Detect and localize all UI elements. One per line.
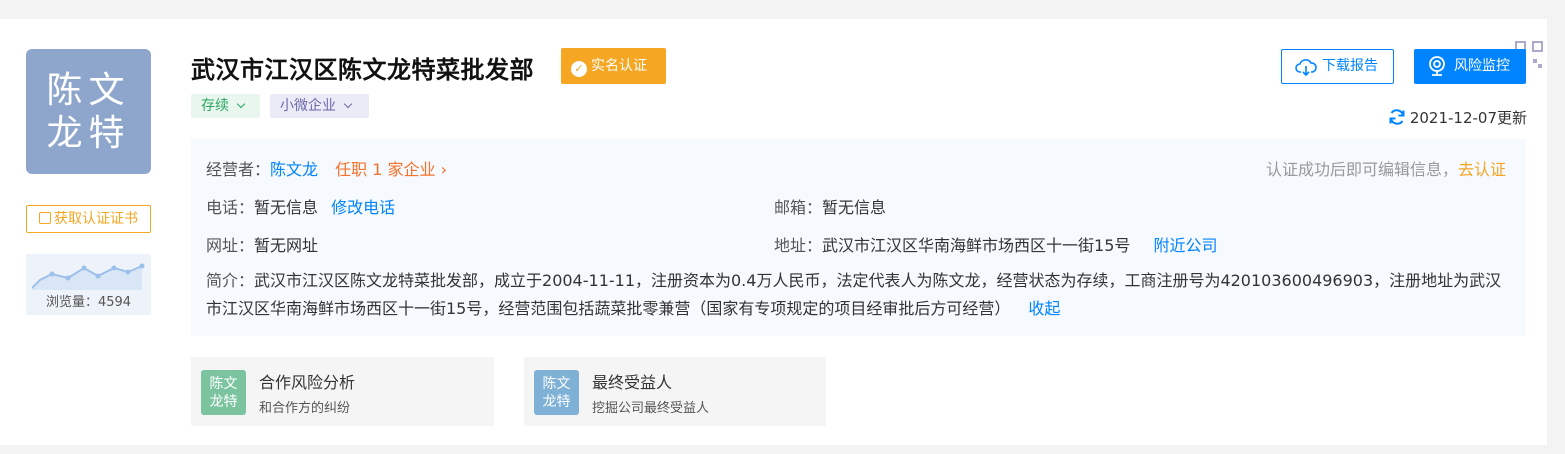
card-subtitle: 和合作方的纠纷: [259, 401, 351, 416]
beneficiary-card[interactable]: 陈文 龙特 最终受益人 挖掘公司最终受益人: [524, 357, 826, 426]
verified-badge[interactable]: ✓ 实名认证: [561, 48, 666, 84]
avatar: 陈文 龙特: [201, 370, 246, 415]
camera-monitor-icon: [1429, 56, 1445, 76]
status-tag[interactable]: 存续: [191, 94, 260, 118]
risk-analysis-card[interactable]: 陈文 龙特 合作风险分析 和合作方的纠纷: [191, 357, 494, 426]
chevron-right-icon: ›: [440, 160, 447, 179]
edit-phone-link[interactable]: 修改电话: [331, 198, 395, 217]
avatar: 陈文 龙特: [534, 370, 579, 415]
verify-hint: 认证成功后即可编辑信息，去认证: [1265, 160, 1506, 179]
operator-roles-link[interactable]: 任职 1 家企业 ›: [335, 160, 447, 179]
refresh-icon[interactable]: [1388, 108, 1406, 126]
card-title: 最终受益人: [592, 373, 673, 392]
email-row: 邮箱：暂无信息: [774, 198, 887, 217]
company-name: 武汉市江汉区陈文龙特菜批发部: [191, 56, 534, 84]
intro-text: 简介：武汉市江汉区陈文龙特菜批发部，成立于2004-11-11，注册资本为0.4…: [206, 271, 1502, 318]
go-verify-link[interactable]: 去认证: [1458, 160, 1506, 179]
views-sparkline-icon: [32, 263, 145, 290]
collapse-link[interactable]: 收起: [1028, 299, 1060, 318]
views-panel: 浏览量：4594: [26, 254, 151, 315]
update-time: 2021-12-07更新: [1388, 107, 1527, 128]
address-row: 地址：武汉市江汉区华南海鲜市场西区十一街15号 附近公司: [774, 236, 1218, 255]
cloud-download-icon: [1295, 59, 1317, 77]
certificate-icon: [39, 212, 51, 224]
size-tag[interactable]: 小微企业: [270, 94, 369, 118]
card-subtitle: 挖掘公司最终受益人: [592, 401, 710, 416]
operator-link[interactable]: 陈文龙: [270, 160, 318, 179]
get-certificate-button[interactable]: 获取认证证书: [26, 205, 151, 233]
views-count: 浏览量：4594: [45, 295, 132, 310]
chevron-down-icon: [343, 99, 353, 109]
download-report-button[interactable]: 下载报告: [1281, 49, 1394, 84]
risk-monitor-button[interactable]: 风险监控: [1414, 49, 1526, 84]
info-panel: 经营者：陈文龙 任职 1 家企业 › 认证成功后即可编辑信息，去认证 电话：暂无…: [191, 139, 1526, 336]
phone-row: 电话：暂无信息 修改电话: [206, 198, 396, 217]
company-logo: 陈文 龙特: [26, 49, 151, 174]
website-row: 网址：暂无网址: [206, 236, 319, 255]
card-title: 合作风险分析: [259, 373, 356, 392]
nearby-companies-link[interactable]: 附近公司: [1153, 236, 1217, 255]
operator-row: 经营者：陈文龙 任职 1 家企业 ›: [206, 160, 447, 179]
chevron-down-icon: [236, 99, 246, 109]
check-badge-icon: ✓: [571, 61, 587, 77]
